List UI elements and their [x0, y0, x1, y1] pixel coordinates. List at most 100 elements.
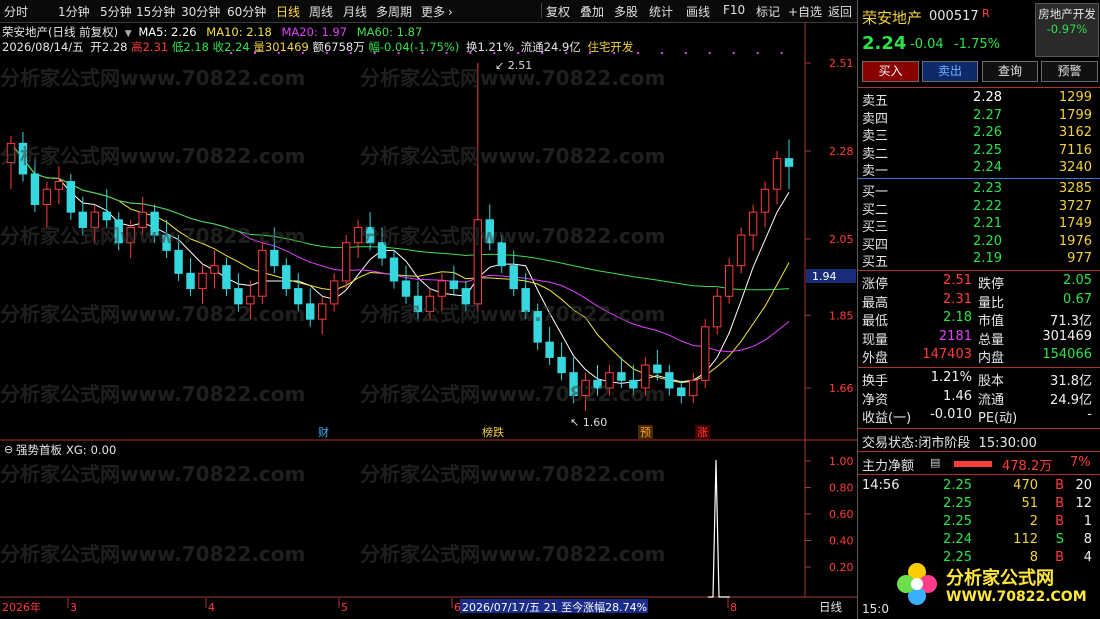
candle-body — [102, 211, 111, 221]
tab-5min[interactable]: 5分钟 — [100, 3, 132, 20]
stat-value: 2181 — [938, 328, 972, 344]
stats-row: 最低 2.18 市值 71.3亿 — [858, 310, 1098, 329]
trade-time: 15:30:00 — [978, 436, 1037, 451]
bid-row[interactable]: 买四 2.20 1976 — [858, 234, 1098, 253]
stat-value: 71.3亿 — [1050, 314, 1092, 329]
stat-value: -0.010 — [930, 407, 972, 422]
stat-value: 24.9亿 — [1050, 392, 1092, 408]
bid-volume: 3285 — [1058, 181, 1092, 196]
ask-row[interactable]: 卖四 2.27 1799 — [858, 108, 1098, 127]
stat-label: 跌停 — [978, 277, 1005, 292]
price-tick-label: 1.85 — [829, 309, 854, 322]
stat-label: 涨停 — [862, 277, 889, 292]
main-flow-label: 主力净额 — [862, 459, 915, 474]
back-button[interactable]: 返回 — [828, 3, 852, 20]
event-label-zhang[interactable]: 涨 — [697, 426, 708, 439]
bid-row[interactable]: 买三 2.21 1749 — [858, 216, 1098, 235]
bid-row[interactable]: 买二 2.22 3727 — [858, 199, 1098, 218]
bid-row[interactable]: 买五 2.19 977 — [858, 251, 1098, 270]
bid-row[interactable]: 买一 2.23 3285 — [858, 181, 1098, 200]
candle-body — [665, 372, 674, 389]
candle-body — [413, 295, 423, 313]
tab-monthly[interactable]: 月线 — [343, 3, 367, 20]
ask-row[interactable]: 卖三 2.26 3162 — [858, 125, 1098, 144]
stat-label: PE(动) — [978, 411, 1018, 426]
divider — [858, 367, 1100, 368]
bid-volume: 1749 — [1058, 216, 1092, 231]
candle-body — [353, 226, 363, 244]
candle-body — [760, 188, 770, 213]
indicator-xg-label: XG: — [66, 443, 87, 457]
fundamentals-row: 收益(一) -0.010 PE(动) - — [858, 407, 1098, 426]
event-label-cai[interactable]: 财 — [318, 425, 329, 439]
ask-level-label: 卖二 — [862, 146, 889, 162]
tab-1min[interactable]: 1分钟 — [58, 3, 90, 20]
stats-button[interactable]: 统计 — [649, 3, 673, 20]
buy-button[interactable]: 买入 — [862, 61, 919, 82]
fuquan-button[interactable]: 复权 — [546, 3, 570, 20]
sector-box[interactable]: 房地产开发 -0.97% — [1035, 3, 1099, 57]
tab-30min[interactable]: 30分钟 — [181, 3, 220, 20]
sell-button[interactable]: 卖出 — [922, 61, 978, 82]
multi-stock-button[interactable]: 多股 — [614, 3, 638, 20]
ask-row[interactable]: 卖一 2.24 3240 — [858, 160, 1098, 179]
stat-value: 301469 — [1042, 328, 1092, 344]
indicator-name[interactable]: 强势首板 — [16, 443, 62, 457]
query-button[interactable]: 查询 — [982, 61, 1038, 82]
tab-multi-period[interactable]: 多周期 — [376, 3, 412, 20]
candle-body — [629, 379, 638, 389]
f10-button[interactable]: F10 — [723, 3, 745, 17]
candle-body — [114, 219, 123, 244]
quote-panel: 荣安地产 000517 R 房地产开发 -0.97% 2.24 -0.04 -1… — [857, 0, 1100, 619]
tab-15min[interactable]: 15分钟 — [136, 3, 175, 20]
event-label-bangdie[interactable]: 榜跌 — [482, 425, 504, 439]
month-tick: 5 — [341, 601, 348, 614]
alert-button[interactable]: 预警 — [1041, 61, 1098, 82]
tab-60min[interactable]: 60分钟 — [227, 3, 266, 20]
period-label[interactable]: 日线 — [819, 600, 842, 614]
candle-body — [198, 272, 207, 290]
price-change: -0.04 — [910, 37, 944, 52]
indicator-toggle-icon[interactable]: ⊖ — [4, 443, 13, 456]
price-tick-label: 2.05 — [829, 233, 854, 246]
candle-body — [617, 372, 626, 381]
candle-body — [437, 280, 447, 297]
event-label-yu[interactable]: 预 — [640, 426, 651, 439]
flow-menu-icon[interactable]: ▤ — [930, 456, 940, 469]
top-marker — [253, 52, 256, 54]
mark-button[interactable]: 标记 — [756, 3, 780, 20]
peak-annotation-value: 2.51 — [508, 59, 533, 72]
tab-more[interactable]: 更多 › — [421, 3, 453, 20]
trade-status-value: 闭市阶段 — [918, 436, 971, 451]
draw-line-button[interactable]: 画线 — [686, 3, 710, 20]
kline-chart[interactable]: 2.512.282.051.851.66 1.94 ↙ 2.51 ↖ 1.60 … — [0, 22, 857, 619]
stat-label: 净资 — [862, 392, 889, 408]
stats-row: 最高 2.31 量比 0.67 — [858, 292, 1098, 311]
overlay-button[interactable]: 叠加 — [580, 3, 604, 20]
stat-label: 现量 — [862, 332, 889, 348]
tick-volume: 112 — [1013, 532, 1038, 547]
stat-value: 31.8亿 — [1050, 374, 1092, 389]
top-marker — [325, 52, 328, 54]
top-marker — [732, 52, 735, 54]
add-watchlist-button[interactable]: +自选 — [788, 3, 822, 20]
candle-body — [497, 242, 506, 267]
indicator-tick-label: 1.00 — [829, 455, 854, 468]
toolbar-divider — [541, 3, 542, 18]
month-tick: 3 — [70, 601, 77, 614]
ask-row[interactable]: 卖五 2.28 1299 — [858, 90, 1098, 109]
ask-row[interactable]: 卖二 2.25 7116 — [858, 143, 1098, 162]
divider — [858, 428, 1100, 429]
tab-daily[interactable]: 日线 — [276, 3, 300, 20]
tab-weekly[interactable]: 周线 — [309, 3, 333, 20]
indicator-xg-value: 0.00 — [91, 443, 117, 457]
indicator-signal-line — [708, 459, 730, 598]
candle-body — [425, 295, 435, 313]
tab-fenshi[interactable]: 分时 — [4, 3, 28, 20]
candle-body — [593, 379, 602, 389]
tick-price: 2.24 — [943, 532, 972, 547]
divider — [858, 270, 1100, 271]
candle-body — [401, 280, 411, 297]
candle-body — [222, 265, 231, 290]
ask-level-label: 卖一 — [862, 164, 889, 179]
